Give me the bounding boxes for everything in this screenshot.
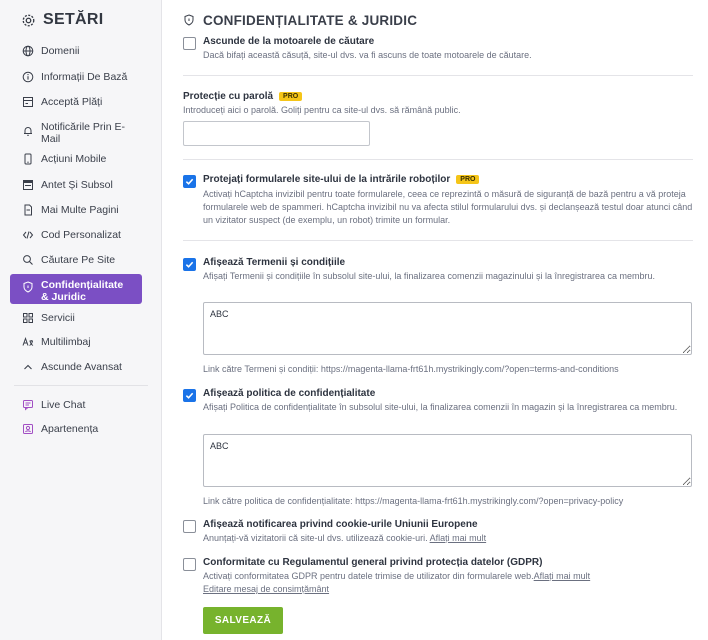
pages-icon — [22, 204, 34, 216]
sidebar-item-informatii[interactable]: Informații De Bază — [0, 71, 162, 83]
sidebar-item-servicii[interactable]: Servicii — [0, 312, 162, 324]
privacy-desc: Afișați Politica de confidențialitate în… — [203, 402, 678, 412]
gdpr-desc: Activați conformitatea GDPR pentru datel… — [203, 570, 693, 583]
globe-icon — [22, 45, 34, 57]
sidebar-item-label: Servicii — [41, 312, 75, 324]
gdpr-learn-more-link[interactable]: Aflați mai mult — [534, 571, 591, 581]
bot-protection-desc: Activați hCaptcha invizibil pentru toate… — [203, 189, 693, 225]
sidebar-item-label: Confidențialitate & Juridic — [41, 279, 124, 303]
mobile-icon — [22, 153, 34, 165]
gear-icon — [20, 12, 36, 28]
sidebar-item-label: Multilimbaj — [41, 336, 91, 348]
sidebar-item-label: Live Chat — [41, 399, 86, 411]
sidebar-item-label: Domenii — [41, 45, 80, 57]
password-title-text: Protecție cu parolă — [183, 91, 274, 102]
settings-sidebar: SETĂRI Domenii Informații De Bază Accept… — [0, 0, 162, 640]
bell-icon — [22, 125, 34, 137]
sidebar-item-apartenenta[interactable]: Apartenența — [0, 423, 162, 435]
terms-link: Link către Termeni și condiții: https://… — [203, 364, 619, 374]
pro-badge: PRO — [279, 92, 303, 101]
sidebar-item-cod[interactable]: Cod Personalizat — [0, 229, 162, 241]
terms-desc: Afișați Termenii și condițiile în subsol… — [203, 271, 656, 281]
sidebar-divider — [14, 385, 148, 386]
sidebar-item-label: Antet Și Subsol — [41, 179, 113, 191]
sidebar-item-domenii[interactable]: Domenii — [0, 45, 162, 57]
chat-icon — [22, 399, 34, 411]
password-input[interactable] — [183, 121, 370, 146]
sidebar-item-label: Mai Multe Pagini — [41, 204, 119, 216]
page-header: CONFIDENȚIALITATE & JURIDIC — [183, 0, 417, 40]
privacy-textarea[interactable]: ABC — [203, 434, 692, 487]
password-desc: Introduceți aici o parolă. Goliți pentru… — [183, 105, 461, 115]
pro-badge: PRO — [456, 175, 480, 184]
hide-search-checkbox[interactable] — [183, 37, 196, 50]
sidebar-item-label: Apartenența — [41, 423, 99, 435]
divider — [183, 240, 693, 241]
sidebar-item-label: Acceptă Plăți — [41, 96, 103, 108]
page-title: CONFIDENȚIALITATE & JURIDIC — [203, 12, 418, 28]
cookies-desc-text: Anunțați-vă vizitatorii că site-ul dvs. … — [203, 533, 428, 543]
sidebar-header: SETĂRI — [0, 0, 161, 40]
main-panel: CONFIDENȚIALITATE & JURIDIC Ascunde de l… — [163, 0, 708, 640]
sidebar-item-ascunde-avansat[interactable]: Ascunde Avansat — [0, 361, 162, 373]
divider — [183, 75, 693, 76]
translate-icon — [22, 336, 34, 348]
sidebar-item-label: Notificările Prin E-Mail — [41, 121, 126, 145]
password-title: Protecție cu parolă PRO — [183, 91, 303, 102]
sidebar-item-notificari[interactable]: Notificările Prin E-Mail — [0, 121, 162, 145]
terms-title: Afișează Termenii și condițiile — [203, 257, 346, 268]
hide-search-title: Ascunde de la motoarele de căutare — [203, 36, 375, 47]
shield-icon — [22, 281, 34, 293]
checkmark-icon — [185, 261, 194, 268]
gdpr-desc-text: Activați conformitatea GDPR pentru datel… — [203, 571, 534, 581]
privacy-title: Afișează politica de confidențialitate — [203, 388, 376, 399]
sidebar-item-cautare[interactable]: Căutare Pe Site — [0, 254, 162, 266]
bot-protection-title: Protejați formularele site-ului de la in… — [203, 174, 480, 185]
cookies-title: Afișează notificarea privind cookie-uril… — [203, 519, 478, 530]
bot-protection-title-text: Protejați formularele site-ului de la in… — [203, 174, 451, 185]
info-icon — [22, 71, 34, 83]
membership-icon — [22, 423, 34, 435]
gdpr-edit-row: Editare mesaj de consimțământ — [203, 583, 693, 596]
sidebar-title: SETĂRI — [43, 11, 104, 28]
gdpr-title: Conformitate cu Regulamentul general pri… — [203, 557, 543, 568]
gdpr-edit-consent-link[interactable]: Editare mesaj de consimțământ — [203, 584, 329, 594]
terms-checkbox[interactable] — [183, 258, 196, 271]
hide-search-desc: Dacă bifați această căsuță, site-ul dvs.… — [203, 50, 532, 60]
sidebar-item-label: Acțiuni Mobile — [41, 153, 107, 165]
shield-icon — [183, 14, 196, 27]
cookies-checkbox[interactable] — [183, 520, 196, 533]
privacy-checkbox[interactable] — [183, 389, 196, 402]
cookies-learn-more-link[interactable]: Aflați mai mult — [430, 533, 487, 543]
checkmark-icon — [185, 392, 194, 399]
sidebar-item-confidentialitate[interactable]: Confidențialitate & Juridic — [10, 274, 142, 304]
payment-icon — [22, 96, 34, 108]
sidebar-item-label: Cod Personalizat — [41, 229, 121, 241]
sidebar-item-antet[interactable]: Antet Și Subsol — [0, 179, 162, 191]
header-footer-icon — [22, 179, 34, 191]
save-button[interactable]: SALVEAZĂ — [203, 607, 283, 634]
sidebar-item-multilimbaj[interactable]: Multilimbaj — [0, 336, 162, 348]
search-icon — [22, 254, 34, 266]
sidebar-item-label: Informații De Bază — [41, 71, 128, 83]
sidebar-item-label: Căutare Pe Site — [41, 254, 116, 266]
gdpr-checkbox[interactable] — [183, 558, 196, 571]
bot-protection-checkbox[interactable] — [183, 175, 196, 188]
chevron-up-icon — [22, 361, 34, 373]
checkmark-icon — [185, 178, 194, 185]
code-icon — [22, 229, 34, 241]
sidebar-item-plati[interactable]: Acceptă Plăți — [0, 96, 162, 108]
divider — [183, 159, 693, 160]
grid-icon — [22, 312, 34, 324]
privacy-link: Link către politica de confidențialitate… — [203, 496, 624, 506]
sidebar-item-label: Ascunde Avansat — [41, 361, 122, 373]
sidebar-item-live-chat[interactable]: Live Chat — [0, 399, 162, 411]
sidebar-item-pagini[interactable]: Mai Multe Pagini — [0, 204, 162, 216]
cookies-desc: Anunțați-vă vizitatorii că site-ul dvs. … — [203, 532, 693, 545]
terms-textarea[interactable]: ABC — [203, 302, 692, 355]
sidebar-item-mobile[interactable]: Acțiuni Mobile — [0, 153, 162, 165]
